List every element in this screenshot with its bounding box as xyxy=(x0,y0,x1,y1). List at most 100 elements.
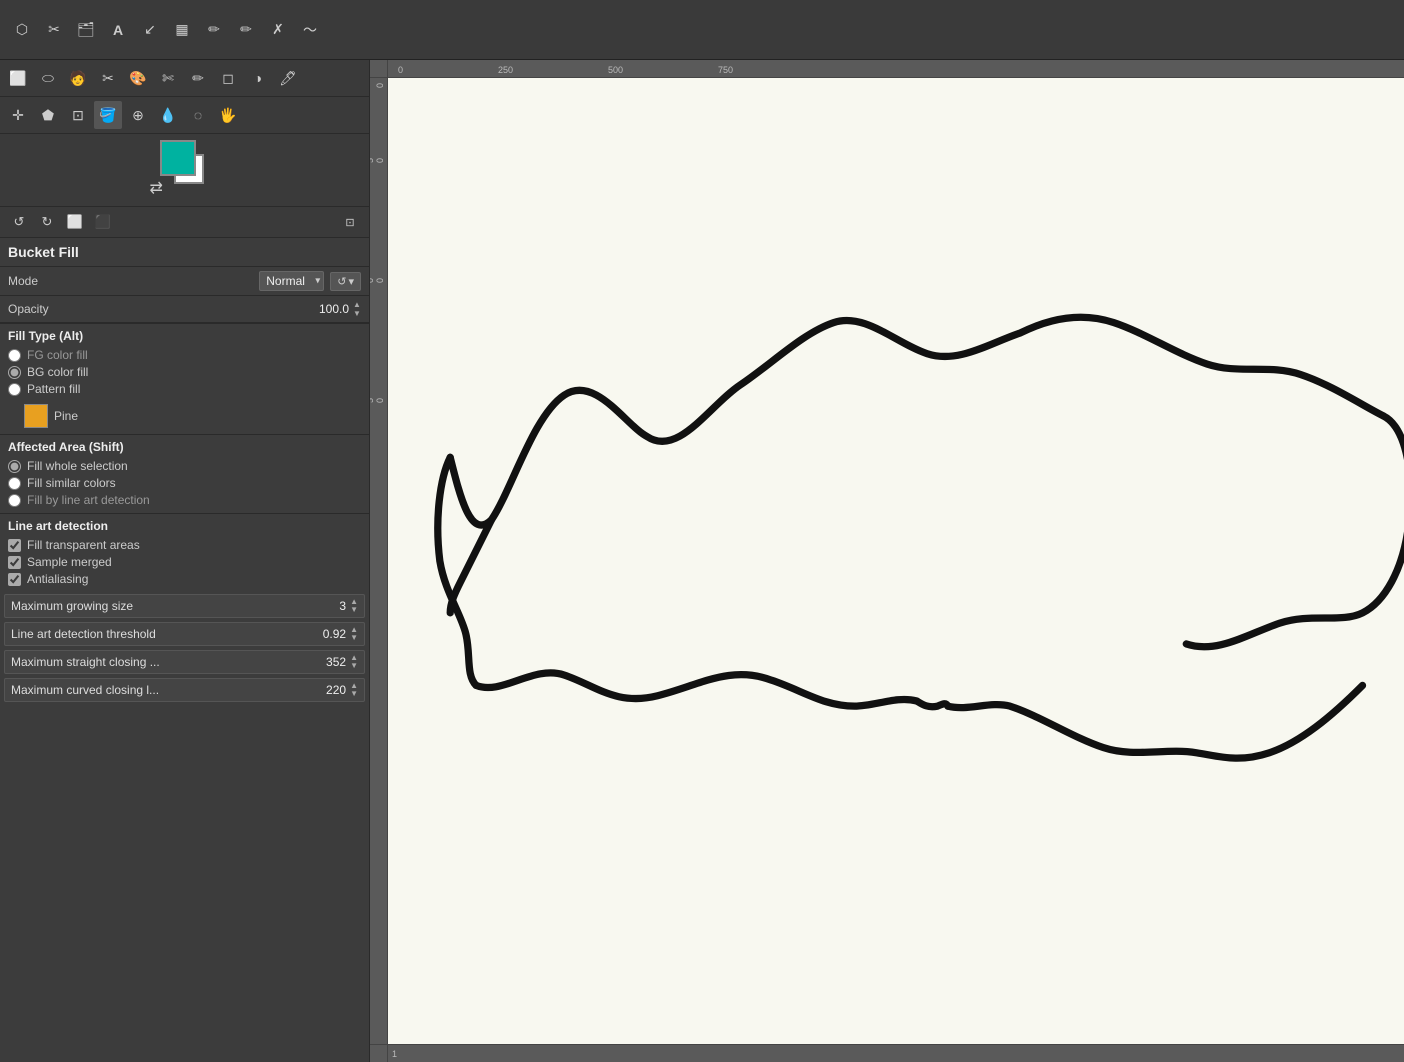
fill-type-radio-group: FG color fill BG color fill Pattern fill xyxy=(0,346,369,402)
spinbox-curved-closing[interactable]: Maximum curved closing l... 220 ▲ ▼ xyxy=(4,678,365,702)
ruler-h-250: 250 xyxy=(498,65,513,75)
tool-icon-pencil[interactable]: ✏ xyxy=(184,64,212,92)
fill-type-bg-item[interactable]: BG color fill xyxy=(8,365,361,379)
tool-icon-heal[interactable]: ⊕ xyxy=(124,101,152,129)
spinbox-growing-size[interactable]: Maximum growing size 3 ▲ ▼ xyxy=(4,594,365,618)
ruler-top: 0 250 500 750 xyxy=(388,60,1404,78)
toolbar-icon-6[interactable]: ▦ xyxy=(168,16,196,44)
checkbox-merged[interactable] xyxy=(8,556,21,569)
ruler-v-750: 750 xyxy=(370,398,385,403)
mode-reset-chevron: ▾ xyxy=(348,275,354,288)
drawing-gap-connector xyxy=(917,701,948,707)
fill-type-fg-label: FG color fill xyxy=(27,348,88,362)
affected-similar-radio[interactable] xyxy=(8,477,21,490)
opacity-up-arrow[interactable]: ▲ xyxy=(353,300,361,309)
line-art-section-label: Line art detection xyxy=(0,514,369,536)
fg-color-swatch[interactable] xyxy=(160,140,196,176)
drawing-right-side xyxy=(1186,416,1404,647)
tool-icon-select-person[interactable]: 🧑 xyxy=(64,64,92,92)
toolbar-icon-5[interactable]: ↙ xyxy=(136,16,164,44)
fill-type-fg-item[interactable]: FG color fill xyxy=(8,348,361,362)
toolbar-icon-1[interactable]: ⬡ xyxy=(8,16,36,44)
canvas-white[interactable] xyxy=(388,78,1404,1044)
drawing-lower-wave-left xyxy=(476,673,917,706)
checkbox-antialiasing-label: Antialiasing xyxy=(27,572,88,586)
options-row: ↺ ↻ ⬜ ⬛ ⊡ xyxy=(0,207,369,238)
spinbox-growing-down[interactable]: ▼ xyxy=(350,606,358,614)
mode-row: Mode Normal ↺ ▾ xyxy=(0,267,369,296)
fill-type-pattern-item[interactable]: Pattern fill xyxy=(8,382,361,396)
pattern-name: Pine xyxy=(54,409,78,423)
tool-icon-smudge[interactable]: 🖐 xyxy=(214,101,242,129)
tool-icon-select-ellipse[interactable]: ⬭ xyxy=(34,64,62,92)
options-display-icon[interactable]: ⬛ xyxy=(92,211,114,233)
mode-label: Mode xyxy=(8,274,259,288)
fill-type-fg-radio[interactable] xyxy=(8,349,21,362)
tool-icon-move[interactable]: ✛ xyxy=(4,101,32,129)
tool-icon-bucket-fill[interactable]: 🪣 xyxy=(94,101,122,129)
mode-select[interactable]: Normal xyxy=(259,271,324,291)
spinbox-straight-closing[interactable]: Maximum straight closing ... 352 ▲ ▼ xyxy=(4,650,365,674)
spinbox-threshold-down[interactable]: ▼ xyxy=(350,634,358,642)
toolbar-icon-2[interactable]: ✂ xyxy=(40,16,68,44)
toolbar-icon-8[interactable]: ✏ xyxy=(232,16,260,44)
tool-icon-erase[interactable]: ◻ xyxy=(214,64,242,92)
tool-icon-ink[interactable]: 🖊 xyxy=(274,64,302,92)
spinbox-curved-down[interactable]: ▼ xyxy=(350,690,358,698)
ruler-v-250: 250 xyxy=(370,158,385,163)
toolbar-icon-3[interactable]: 🗂 xyxy=(72,16,100,44)
affected-similar-label: Fill similar colors xyxy=(27,476,116,490)
swap-colors-icon[interactable]: ⇄ xyxy=(150,178,163,198)
affected-lineart-radio[interactable] xyxy=(8,494,21,507)
spinbox-curved-value: 220 xyxy=(306,683,346,697)
affected-whole-radio[interactable] xyxy=(8,460,21,473)
toolbar-icon-9[interactable]: ✗ xyxy=(264,16,292,44)
spinbox-threshold-arrows: ▲ ▼ xyxy=(350,626,358,642)
affected-area-radio-group: Fill whole selection Fill similar colors… xyxy=(0,457,369,513)
tool-icon-align[interactable]: ⬟ xyxy=(34,101,62,129)
tool-icon-scissors[interactable]: ✄ xyxy=(154,64,182,92)
checkbox-transparent-label: Fill transparent areas xyxy=(27,538,140,552)
canvas-area[interactable]: 0 250 500 750 0 250 500 750 1 xyxy=(370,60,1404,1062)
checkbox-transparent[interactable] xyxy=(8,539,21,552)
drawing-upper-left-branch xyxy=(450,520,491,613)
spinbox-growing-value: 3 xyxy=(306,599,346,613)
tool-icon-select-color[interactable]: 🎨 xyxy=(124,64,152,92)
affected-whole-label: Fill whole selection xyxy=(27,459,128,473)
toolbar-icon-7[interactable]: ✏ xyxy=(200,16,228,44)
pattern-swatch[interactable] xyxy=(24,404,48,428)
affected-similar-item[interactable]: Fill similar colors xyxy=(8,476,361,490)
options-expand-btn[interactable]: ⊡ xyxy=(339,211,361,233)
affected-lineart-item[interactable]: Fill by line art detection xyxy=(8,493,361,507)
opacity-down-arrow[interactable]: ▼ xyxy=(353,309,361,318)
drawing-svg xyxy=(388,78,1404,1044)
tool-icon-clone[interactable]: 💧 xyxy=(154,101,182,129)
checkbox-transparent-item[interactable]: Fill transparent areas xyxy=(8,538,361,552)
options-redo-icon[interactable]: ↻ xyxy=(36,211,58,233)
tool-icon-dodge-burn[interactable]: ◑ xyxy=(244,64,272,92)
affected-whole-item[interactable]: Fill whole selection xyxy=(8,459,361,473)
mode-select-wrap[interactable]: Normal xyxy=(259,271,324,291)
spinbox-straight-value: 352 xyxy=(306,655,346,669)
tool-icon-fuzzy-select[interactable]: ✂ xyxy=(94,64,122,92)
pattern-swatch-row[interactable]: Pine xyxy=(0,402,369,434)
ruler-v-0: 0 xyxy=(375,83,385,88)
fill-type-bg-radio[interactable] xyxy=(8,366,21,379)
tool-icon-crop[interactable]: ⊡ xyxy=(64,101,92,129)
tool-icon-select-rect[interactable]: ⬜ xyxy=(4,64,32,92)
fill-type-pattern-radio[interactable] xyxy=(8,383,21,396)
opacity-value: 100.0 xyxy=(319,302,349,316)
checkbox-merged-label: Sample merged xyxy=(27,555,112,569)
spinbox-threshold[interactable]: Line art detection threshold 0.92 ▲ ▼ xyxy=(4,622,365,646)
tool-icon-blur[interactable]: ◌ xyxy=(184,101,212,129)
mode-reset-button[interactable]: ↺ ▾ xyxy=(330,272,361,291)
checkbox-antialiasing[interactable] xyxy=(8,573,21,586)
toolbar-icon-4[interactable]: A xyxy=(104,16,132,44)
top-toolbar: ⬡ ✂ 🗂 A ↙ ▦ ✏ ✏ ✗ 〜 xyxy=(0,0,1404,60)
toolbar-icon-10[interactable]: 〜 xyxy=(296,16,324,44)
spinbox-straight-down[interactable]: ▼ xyxy=(350,662,358,670)
checkbox-antialiasing-item[interactable]: Antialiasing xyxy=(8,572,361,586)
options-undo-icon[interactable]: ↺ xyxy=(8,211,30,233)
checkbox-merged-item[interactable]: Sample merged xyxy=(8,555,361,569)
options-color-mode-icon[interactable]: ⬜ xyxy=(64,211,86,233)
